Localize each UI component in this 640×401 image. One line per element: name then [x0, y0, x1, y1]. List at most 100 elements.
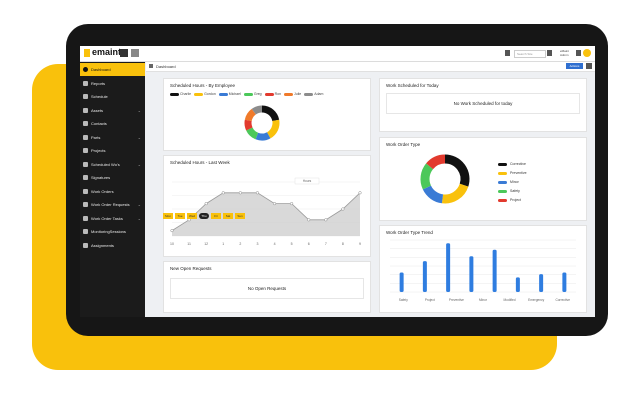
legend-item[interactable]: Minor: [498, 180, 519, 184]
legend-item[interactable]: Adam: [304, 92, 323, 96]
x-tick-label: Emergency: [528, 298, 545, 302]
donut-slice[interactable]: [255, 132, 271, 141]
legend-item[interactable]: Project: [498, 198, 521, 202]
legend-item[interactable]: Safety: [498, 189, 520, 193]
data-point[interactable]: [238, 191, 242, 195]
donut-slice[interactable]: [244, 108, 257, 122]
legend-label: Gordon: [204, 92, 216, 96]
legend-item[interactable]: Gordon: [194, 92, 216, 96]
data-point[interactable]: [324, 218, 328, 222]
data-point[interactable]: [170, 229, 174, 233]
day-tab[interactable]: Mon: [163, 213, 173, 219]
print-icon[interactable]: [586, 63, 592, 69]
sidebar-item-schedule[interactable]: Schedule: [80, 90, 145, 103]
day-tab[interactable]: Fri: [211, 213, 221, 219]
donut-slice[interactable]: [444, 154, 470, 187]
x-tick-label: Safety: [399, 298, 408, 302]
card-title: Work Order Type Trend: [386, 230, 433, 235]
chevron-down-icon: ⌄: [137, 202, 141, 207]
scheduled-icon: [83, 161, 88, 167]
donut-slice[interactable]: [266, 119, 280, 139]
donut-slice[interactable]: [441, 183, 469, 204]
bar[interactable]: [469, 256, 474, 292]
sidebar-item-reports[interactable]: Reports: [80, 77, 145, 90]
breadcrumb: Dashboard Actions: [146, 62, 595, 72]
donut-slice[interactable]: [246, 127, 259, 140]
data-point[interactable]: [358, 191, 362, 195]
actions-button[interactable]: Actions: [566, 63, 583, 69]
donut-slice[interactable]: [420, 163, 434, 190]
day-tab[interactable]: Thu: [199, 213, 209, 219]
sidebar-item-work-orders[interactable]: Work Orders: [80, 185, 145, 198]
x-tick-label: 7: [325, 242, 327, 246]
card-title: Scheduled Hours - By Employee: [170, 83, 236, 88]
bar[interactable]: [446, 243, 451, 292]
sidebar-item-work-order-requests[interactable]: Work Order Requests ⌄: [80, 198, 145, 211]
sidebar-item-projects[interactable]: Projects: [80, 144, 145, 157]
flag-icon[interactable]: [505, 50, 510, 56]
bar[interactable]: [539, 274, 544, 292]
bar[interactable]: [492, 249, 497, 292]
donut-slice[interactable]: [244, 119, 253, 131]
hierarchy-icon[interactable]: [131, 49, 139, 57]
avatar[interactable]: [583, 49, 591, 57]
sidebar-item-assignments[interactable]: Assignments: [80, 239, 145, 252]
bar[interactable]: [515, 277, 520, 292]
data-point[interactable]: [290, 202, 294, 206]
data-point[interactable]: [221, 191, 225, 195]
search-input[interactable]: Search Site: [514, 50, 546, 58]
data-point[interactable]: [341, 207, 345, 211]
app-screen: emaint Search Site eMaint Admin Dashboar…: [80, 46, 595, 317]
data-point[interactable]: [255, 191, 260, 195]
x-tick-label: 2: [239, 242, 241, 246]
user-name[interactable]: eMaint Admin: [560, 49, 569, 57]
sidebar-item-contacts[interactable]: Contacts: [80, 117, 145, 130]
sidebar-item-signatures[interactable]: Signatures: [80, 171, 145, 184]
sidebar-item-work-order-tasks[interactable]: Work Order Tasks ⌄: [80, 212, 145, 225]
legend-item[interactable]: Greg: [243, 92, 262, 96]
data-point[interactable]: [307, 218, 311, 222]
sidebar-item-label: MonitoringSessions: [91, 229, 126, 234]
legend-item[interactable]: Preventive: [498, 171, 527, 175]
day-tab[interactable]: Wed: [187, 213, 197, 219]
legend-item[interactable]: Julie: [284, 92, 301, 96]
menu-toggle-button[interactable]: [120, 49, 128, 57]
sidebar-item-scheduled-wo-s[interactable]: Scheduled Wo's ⌄: [80, 158, 145, 171]
legend-label: Greg: [253, 92, 262, 96]
bar[interactable]: [562, 272, 567, 293]
data-point[interactable]: [272, 202, 277, 206]
sidebar-item-label: Work Order Requests: [91, 202, 130, 207]
sidebar-item-parts[interactable]: Parts ⌄: [80, 131, 145, 144]
sidebar-item-assets[interactable]: Assets ⌄: [80, 104, 145, 117]
legend-label: Preventive: [510, 171, 527, 175]
donut-slice[interactable]: [422, 185, 444, 204]
settings-icon[interactable]: [547, 50, 552, 56]
sidebar-item-dashboard[interactable]: Dashboard: [80, 63, 145, 76]
bar[interactable]: [399, 272, 404, 293]
contacts-icon: [83, 121, 88, 126]
donut-slice[interactable]: [251, 105, 263, 115]
donut-slice[interactable]: [261, 105, 280, 122]
user-line-2: Admin: [560, 53, 569, 57]
empty-state: No Work Scheduled for today: [386, 93, 580, 114]
day-tab[interactable]: Sat: [223, 213, 233, 219]
sidebar-item-monitoringsessions[interactable]: MonitoringSessions: [80, 225, 145, 238]
sidebar-item-label: Scheduled Wo's: [91, 161, 120, 167]
chevron-down-icon: ⌄: [137, 134, 141, 140]
breadcrumb-label: Dashboard: [156, 64, 176, 69]
legend-swatch: [498, 198, 507, 202]
day-tab[interactable]: Tue: [175, 213, 185, 219]
legend-item[interactable]: Ron: [264, 92, 281, 96]
data-point[interactable]: [204, 202, 208, 206]
legend-item[interactable]: Charlie: [170, 92, 191, 96]
bar[interactable]: [422, 261, 427, 292]
legend-label: Safety: [510, 189, 520, 193]
day-tab[interactable]: Sun: [235, 213, 245, 219]
legend-item[interactable]: Michael: [218, 92, 241, 96]
sidebar-item-label: Work Order Tasks: [91, 215, 123, 221]
projects-icon: [83, 148, 88, 153]
x-tick-label: 5: [291, 242, 293, 246]
legend-item[interactable]: Corrective: [498, 162, 526, 166]
donut-slice[interactable]: [426, 154, 446, 170]
notification-icon[interactable]: [576, 50, 581, 56]
